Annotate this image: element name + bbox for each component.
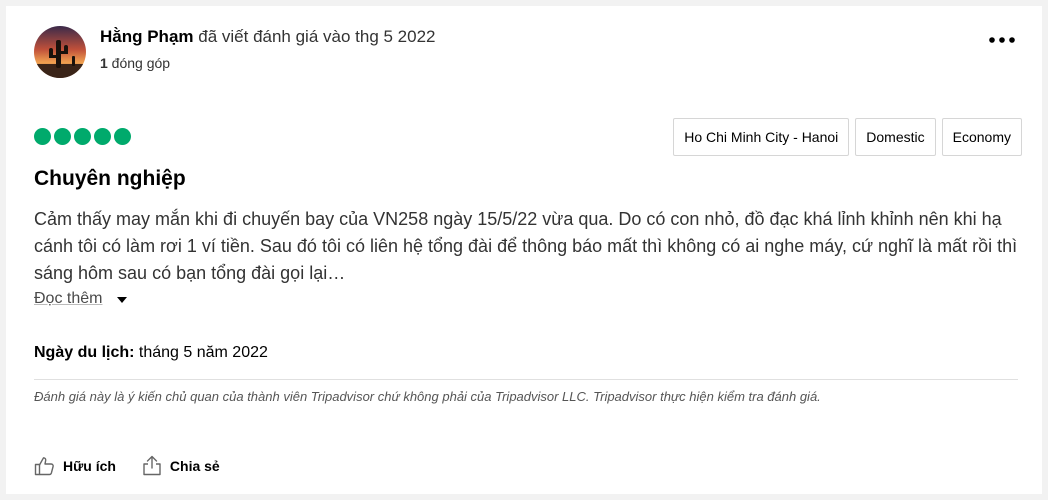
more-options-button[interactable] — [986, 28, 1018, 52]
author-avatar[interactable] — [34, 26, 86, 78]
review-card: Hằng Phạm đã viết đánh giá vào thg 5 202… — [6, 6, 1042, 494]
review-body: Cảm thấy may mắn khi đi chuyến bay của V… — [34, 209, 1018, 283]
rating-bubble-icon — [114, 128, 131, 145]
thumbs-up-icon — [34, 456, 55, 476]
review-action-text: đã viết đánh giá vào thg 5 2022 — [193, 27, 436, 46]
rating-bubble-icon — [54, 128, 71, 145]
more-horizontal-icon — [989, 37, 1015, 43]
trip-tags: Ho Chi Minh City - Hanoi Domestic Econom… — [673, 118, 1022, 156]
author-line: Hằng Phạm đã viết đánh giá vào thg 5 202… — [100, 26, 436, 48]
contributions-label: đóng góp — [107, 55, 171, 71]
share-icon — [142, 455, 162, 476]
tag-class: Economy — [941, 118, 1022, 156]
travel-date: Ngày du lịch: tháng 5 năm 2022 — [34, 344, 268, 362]
tag-domestic: Domestic — [855, 118, 936, 156]
rating-bubble-icon — [74, 128, 91, 145]
review-actions: Hữu ích Chia sẻ — [34, 455, 220, 476]
travel-date-label: Ngày du lịch: — [34, 344, 135, 361]
chevron-down-icon[interactable] — [117, 297, 127, 303]
rating-bubble-icon — [34, 128, 51, 145]
helpful-button[interactable]: Hữu ích — [34, 456, 116, 476]
desert-sunset-avatar-icon — [34, 26, 86, 78]
helpful-label: Hữu ích — [63, 457, 116, 474]
disclaimer-text: Đánh giá này là ý kiến chủ quan của thàn… — [34, 389, 821, 404]
contributions-count: 1 — [100, 55, 108, 71]
divider — [34, 379, 1018, 380]
share-button[interactable]: Chia sẻ — [142, 455, 220, 476]
rating-bubble-icon — [94, 128, 111, 145]
author-name[interactable]: Hằng Phạm — [100, 27, 194, 46]
contributions: 1 đóng góp — [100, 55, 170, 71]
share-label: Chia sẻ — [169, 457, 220, 474]
travel-date-value: tháng 5 năm 2022 — [134, 344, 268, 361]
review-title[interactable]: Chuyên nghiệp — [34, 167, 186, 191]
read-more-link[interactable]: Đọc thêm — [34, 290, 102, 308]
tag-route: Ho Chi Minh City - Hanoi — [673, 118, 850, 156]
rating-bubbles — [34, 128, 131, 145]
